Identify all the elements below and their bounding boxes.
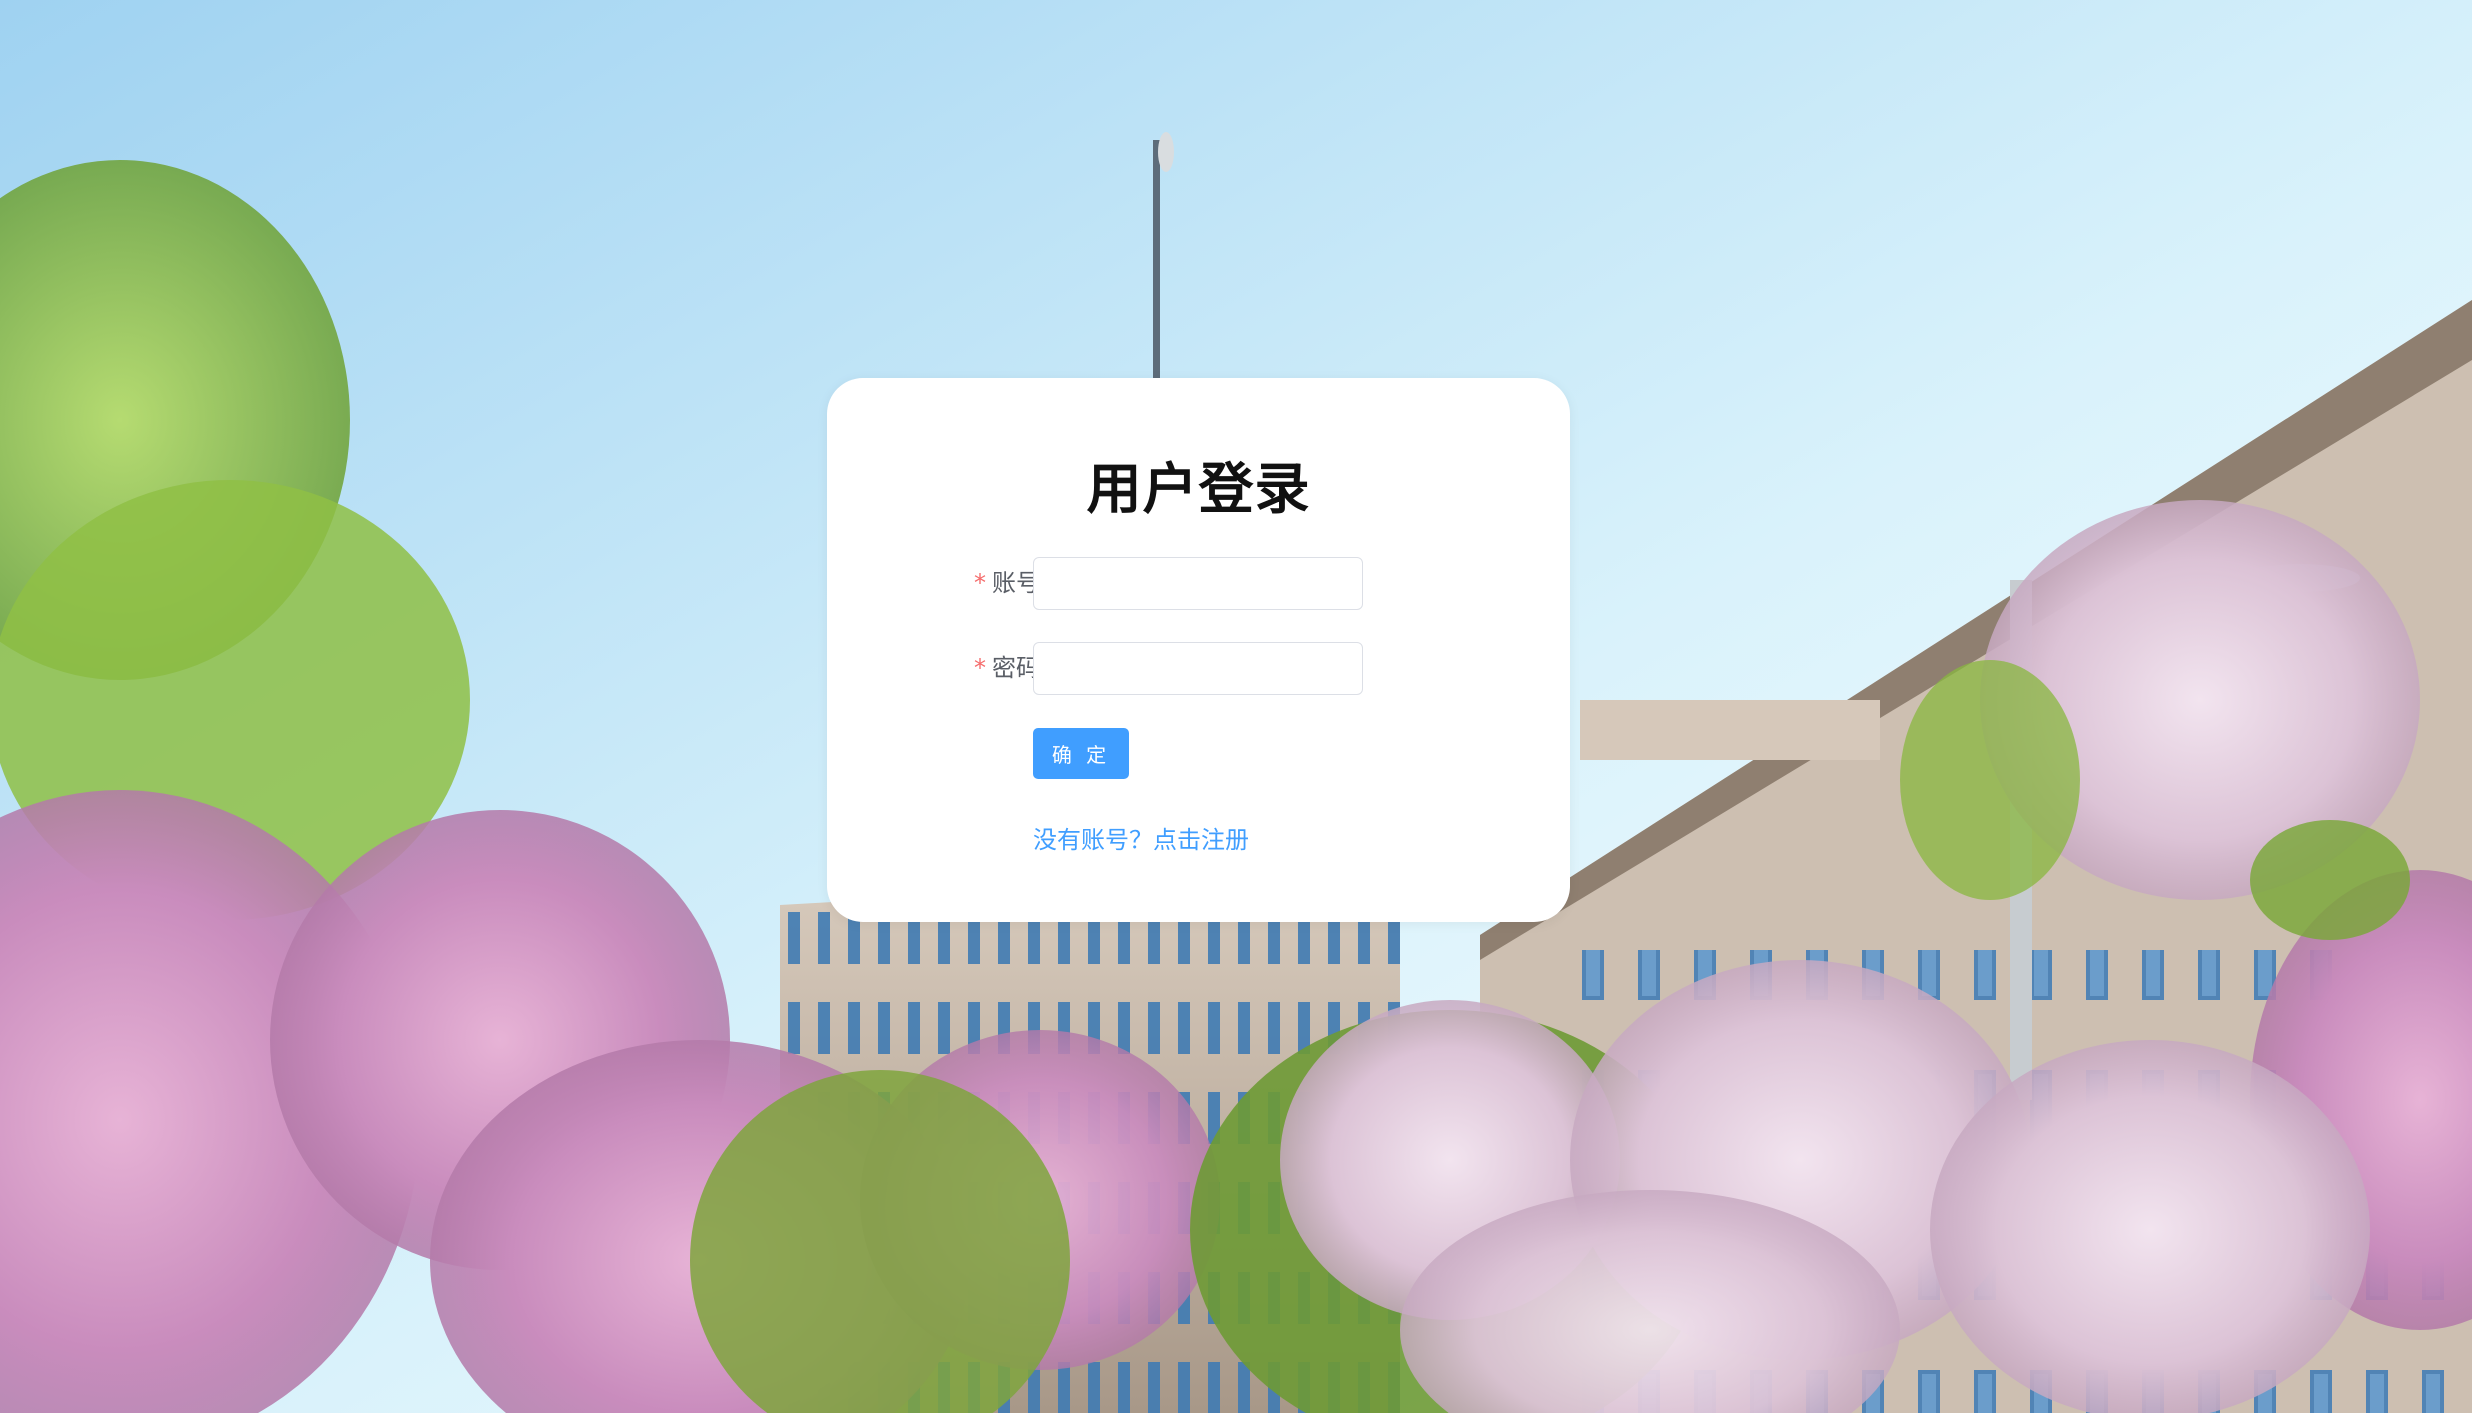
- login-card: 用户登录 * 账号 * 密码 确 定 没有账号？点击注册: [827, 378, 1570, 922]
- password-input[interactable]: [1033, 642, 1363, 695]
- register-link[interactable]: 没有账号？点击注册: [1033, 820, 1249, 855]
- login-page: 用户登录 * 账号 * 密码 确 定 没有账号？点击注册: [0, 0, 2472, 1413]
- password-form-item: * 密码: [827, 642, 1570, 695]
- account-input[interactable]: [1033, 557, 1363, 610]
- account-label: * 账号: [974, 557, 1040, 610]
- submit-button[interactable]: 确 定: [1033, 728, 1129, 779]
- page-title: 用户登录: [1086, 457, 1311, 521]
- required-asterisk: *: [974, 654, 986, 682]
- account-form-item: * 账号: [827, 557, 1570, 610]
- required-asterisk: *: [974, 569, 986, 597]
- password-label: * 密码: [974, 642, 1040, 695]
